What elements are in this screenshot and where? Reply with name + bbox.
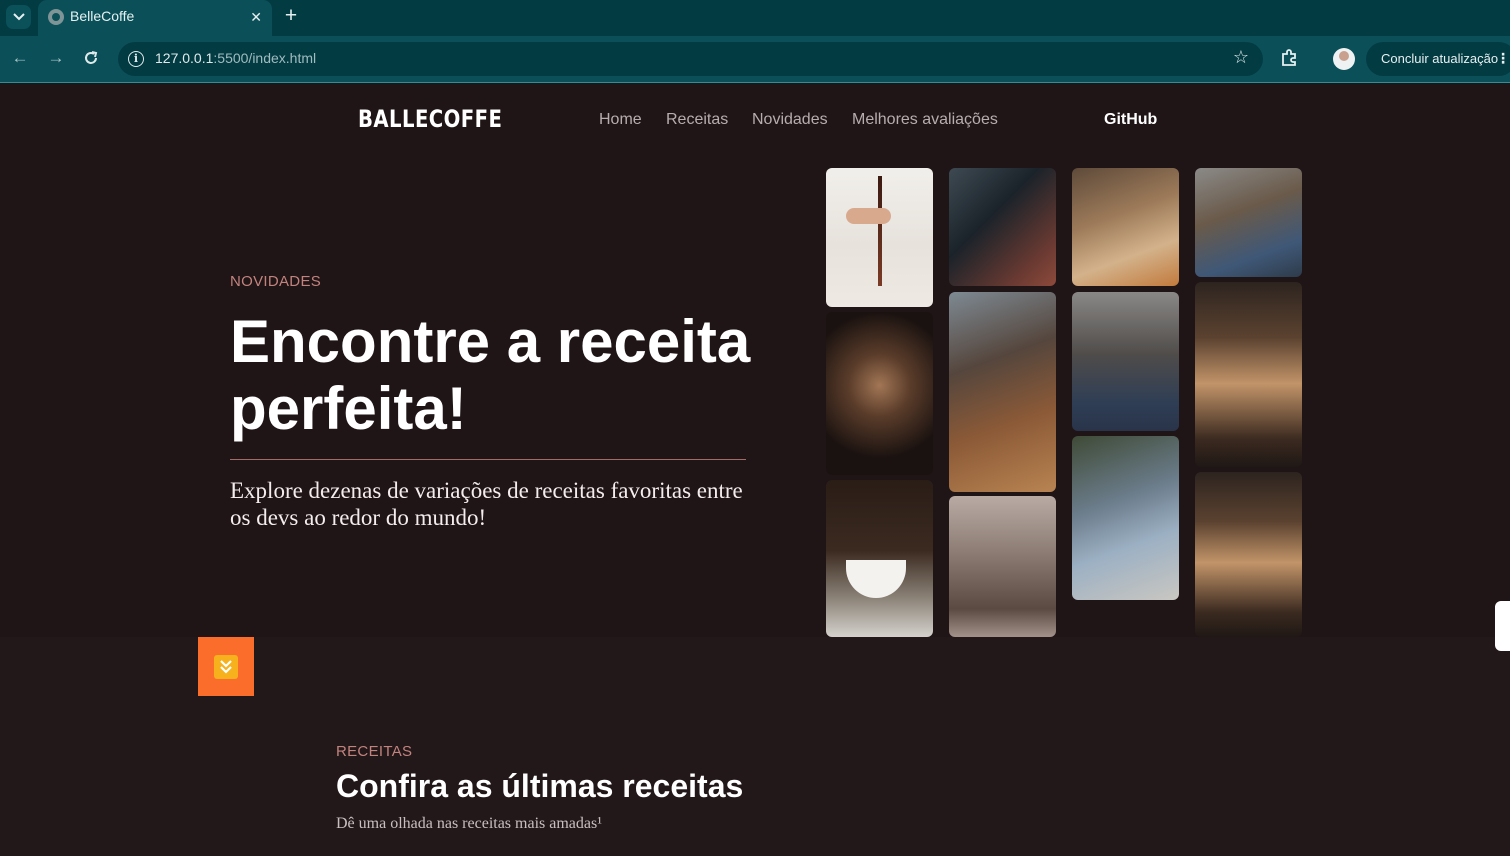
woman-barista-photo [1072,168,1179,286]
woman-drinking-coffee-2-photo [1195,472,1302,637]
man-laptop-cafe-photo [1072,436,1179,600]
star-icon[interactable]: ☆ [1233,47,1249,68]
nav-home[interactable]: Home [599,111,642,129]
recipes-title: Confira as últimas receitas [336,768,744,804]
recipes-subtitle: Dê uma olhada nas receitas mais amadas¹ [336,815,603,832]
back-icon[interactable]: ← [9,47,31,69]
cafe-window-table-photo [949,292,1056,492]
programmer-coding-photo [949,168,1056,286]
menu-icon[interactable]: ⋮ [1496,50,1510,67]
extensions-icon[interactable] [1280,48,1300,68]
browser-tab-strip: BelleCoffe ✕ + [0,0,1510,36]
side-tab-widget[interactable] [1495,601,1510,651]
nav-novidades[interactable]: Novidades [752,111,828,129]
favicon-icon [48,9,64,25]
nav-melhores-avaliacoes[interactable]: Melhores avaliações [852,111,998,129]
github-link[interactable]: GitHub [1104,111,1157,129]
nav-receitas[interactable]: Receitas [666,111,728,129]
tab-title: BelleCoffe [70,8,135,24]
woman-drinking-coffee-photo [1195,282,1302,467]
hero-eyebrow: NOVIDADES [230,273,322,290]
profile-avatar[interactable] [1333,48,1355,70]
info-icon[interactable]: i [128,51,144,67]
tab-search-icon[interactable] [6,5,31,29]
latte-art-pour-photo [826,312,933,475]
recipes-eyebrow: RECEITAS [336,743,413,760]
page-viewport: BALLECOFFE Home Receitas Novidades Melho… [0,83,1510,856]
update-button[interactable]: Concluir atualização ⋮ [1366,42,1510,76]
hero-description: Explore dezenas de variações de receitas… [230,478,743,530]
hand-cup-steam-photo [949,496,1056,637]
browser-tab[interactable]: BelleCoffe ✕ [38,0,272,36]
coffee-pour-hand-photo [826,168,933,307]
site-logo[interactable]: BALLECOFFE [358,105,502,133]
plus-icon[interactable]: + [281,5,301,27]
people-meeting-table-photo [1195,168,1302,277]
reload-icon[interactable] [80,47,102,69]
baristas-espresso-machine-photo [1072,292,1179,431]
espresso-cup-drip-photo [826,480,933,637]
hero-title: Encontre a receita perfeita! [230,308,751,442]
url-text[interactable]: 127.0.0.1:5500/index.html [155,50,316,66]
forward-icon[interactable]: → [45,47,67,69]
address-bar[interactable]: i 127.0.0.1:5500/index.html ☆ [118,42,1263,76]
update-label: Concluir atualização [1381,51,1499,66]
double-chevron-down-icon [214,654,238,679]
scroll-down-button[interactable] [198,637,254,696]
hero-divider [230,459,746,460]
close-icon[interactable]: ✕ [250,8,262,26]
